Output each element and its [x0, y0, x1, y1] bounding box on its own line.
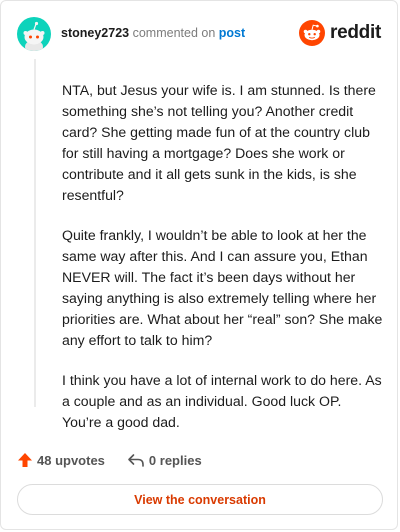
comment-paragraph-1: NTA, but Jesus your wife is. I am stunne…: [62, 82, 376, 203]
replies-stat[interactable]: 0 replies: [127, 452, 202, 468]
action-text: commented on: [132, 26, 216, 40]
avatar-snoo-icon: [23, 21, 45, 51]
comment-body: NTA, but Jesus your wife is. I am stunne…: [62, 80, 384, 452]
username-link[interactable]: stoney2723: [61, 26, 129, 40]
upvotes-count: 48 upvotes: [37, 452, 105, 468]
reddit-wordmark: reddit: [330, 22, 381, 43]
view-conversation-button[interactable]: View the conversation: [17, 484, 383, 515]
upvotes-stat[interactable]: 48 upvotes: [17, 452, 105, 468]
reply-arrow-icon: [128, 454, 144, 467]
replies-count: 0 replies: [148, 452, 202, 468]
thread-line: [34, 59, 36, 407]
upvote-arrow-icon: [18, 453, 32, 467]
comment-paragraph-3: I think you have a lot of internal work …: [62, 372, 382, 430]
reddit-logo-icon: [299, 20, 326, 46]
comment-header: stoney2723 commented on post reddit: [17, 17, 381, 51]
comment-stats: 48 upvotes 0 replies: [17, 450, 202, 470]
post-link[interactable]: post: [219, 26, 245, 40]
user-avatar[interactable]: [17, 17, 51, 51]
comment-card: stoney2723 commented on post reddit NTA,…: [0, 0, 398, 530]
comment-paragraph-2: Quite frankly, I wouldn’t be able to loo…: [62, 227, 383, 348]
reddit-brand[interactable]: reddit: [299, 19, 381, 47]
comment-byline: stoney2723 commented on post: [61, 26, 245, 40]
